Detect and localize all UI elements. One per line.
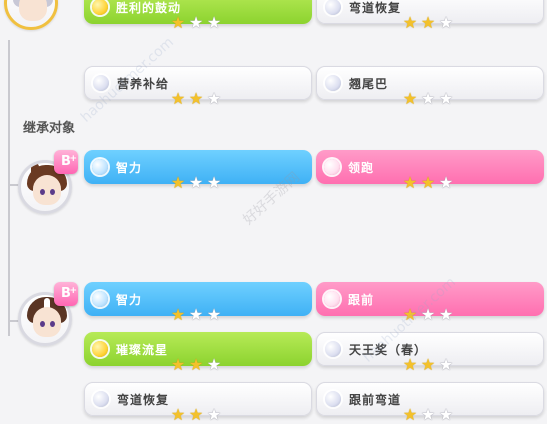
star-empty-icon: ★: [206, 173, 222, 192]
factor-star-rating: ★ ★ ★: [402, 357, 454, 373]
factor-label: 璀璨流星: [116, 342, 169, 357]
factor-orb-icon: [325, 75, 341, 91]
factor-orb-icon: [92, 291, 108, 307]
star-filled-icon: ★: [188, 405, 204, 424]
factor-star-rating: ★ ★ ★: [402, 91, 454, 107]
factor-star-rating: ★ ★ ★: [170, 407, 222, 423]
factor-label: 领跑: [348, 160, 375, 175]
star-filled-icon: ★: [420, 13, 436, 32]
star-empty-icon: ★: [206, 305, 222, 324]
star-empty-icon: ★: [438, 305, 454, 324]
star-empty-icon: ★: [188, 305, 204, 324]
factor-star-rating: ★ ★ ★: [170, 91, 222, 107]
factor-star-rating: ★ ★ ★: [170, 357, 222, 373]
star-empty-icon: ★: [188, 13, 204, 32]
factor-label: 弯道恢复: [349, 0, 402, 15]
inherit-section-label: 继承对象: [23, 121, 76, 136]
star-filled-icon: ★: [420, 355, 436, 374]
star-empty-icon: ★: [438, 89, 454, 108]
factor-orb-icon: [93, 391, 109, 407]
star-empty-icon: ★: [188, 173, 204, 192]
star-empty-icon: ★: [206, 13, 222, 32]
rank-badge: B +: [54, 282, 78, 306]
star-empty-icon: ★: [438, 173, 454, 192]
factor-star-rating: ★ ★ ★: [170, 175, 222, 191]
star-empty-icon: ★: [438, 355, 454, 374]
star-filled-icon: ★: [402, 89, 418, 108]
star-filled-icon: ★: [170, 173, 186, 192]
factor-star-rating: ★ ★ ★: [402, 175, 454, 191]
factor-orb-icon: [325, 0, 341, 15]
factor-orb-icon: [92, 341, 108, 357]
factor-orb-icon: [324, 159, 340, 175]
factor-label: 跟前弯道: [349, 392, 402, 407]
star-empty-icon: ★: [438, 13, 454, 32]
rank-badge: B +: [54, 150, 78, 174]
star-empty-icon: ★: [438, 405, 454, 424]
star-filled-icon: ★: [402, 405, 418, 424]
factor-orb-icon: [325, 391, 341, 407]
star-filled-icon: ★: [420, 173, 436, 192]
factor-orb-icon: [324, 291, 340, 307]
tree-vertical-line: [8, 40, 10, 336]
star-filled-icon: ★: [188, 355, 204, 374]
factor-label: 弯道恢复: [117, 392, 170, 407]
star-filled-icon: ★: [170, 305, 186, 324]
factor-label: 跟前: [348, 292, 375, 307]
star-filled-icon: ★: [402, 355, 418, 374]
star-filled-icon: ★: [188, 89, 204, 108]
star-empty-icon: ★: [206, 405, 222, 424]
star-empty-icon: ★: [420, 89, 436, 108]
star-filled-icon: ★: [170, 89, 186, 108]
factor-orb-icon: [92, 0, 108, 15]
parent-avatar[interactable]: [4, 0, 58, 30]
star-empty-icon: ★: [420, 405, 436, 424]
star-filled-icon: ★: [170, 13, 186, 32]
factor-star-rating: ★ ★ ★: [402, 407, 454, 423]
star-empty-icon: ★: [206, 89, 222, 108]
star-filled-icon: ★: [402, 173, 418, 192]
factor-star-rating: ★ ★ ★: [402, 15, 454, 31]
factor-star-rating: ★ ★ ★: [170, 15, 222, 31]
star-filled-icon: ★: [170, 355, 186, 374]
star-empty-icon: ★: [206, 355, 222, 374]
factor-orb-icon: [325, 341, 341, 357]
factor-label: 翘尾巴: [349, 76, 389, 91]
star-filled-icon: ★: [402, 13, 418, 32]
factor-label: 智力: [116, 292, 143, 307]
factor-orb-icon: [92, 159, 108, 175]
factor-star-rating: ★ ★ ★: [170, 307, 222, 323]
factor-label: 智力: [116, 160, 143, 175]
star-filled-icon: ★: [170, 405, 186, 424]
